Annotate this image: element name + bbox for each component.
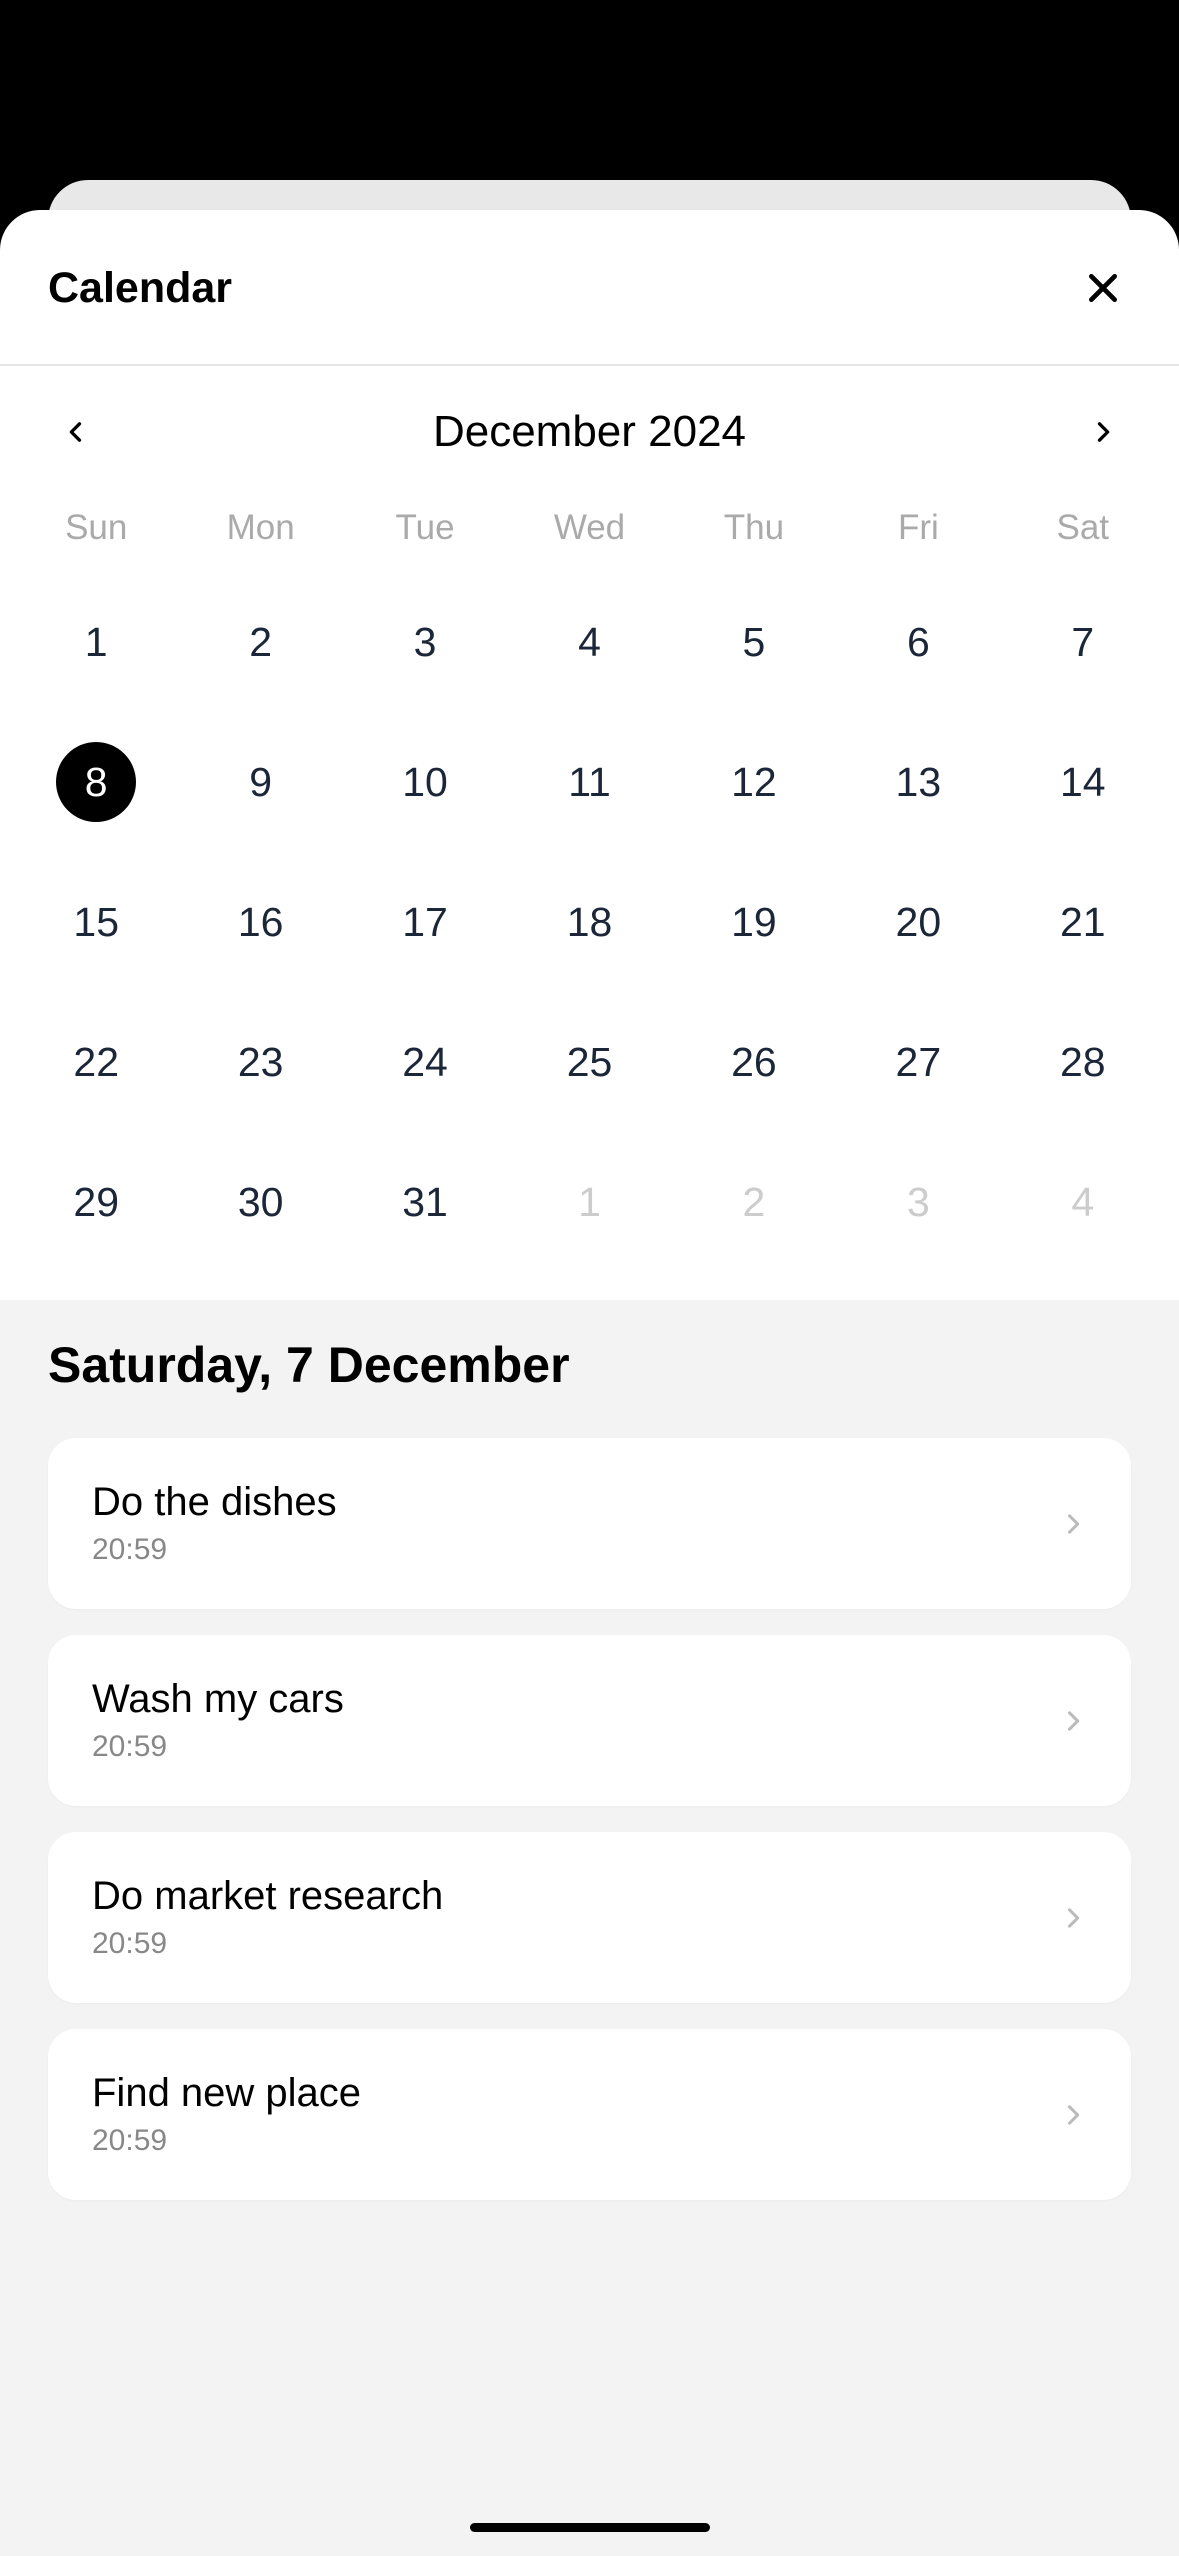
calendar-day[interactable]: 10 xyxy=(343,712,507,852)
events-section: Saturday, 7 December Do the dishes20:59W… xyxy=(0,1300,1179,2556)
event-time: 20:59 xyxy=(92,2124,361,2158)
calendar-day[interactable]: 17 xyxy=(343,852,507,992)
calendar-day[interactable]: 11 xyxy=(507,712,671,852)
calendar-day[interactable]: 28 xyxy=(1001,992,1165,1132)
calendar-day[interactable]: 16 xyxy=(178,852,342,992)
calendar-day[interactable]: 1 xyxy=(14,572,178,712)
day-grid: 1234567891011121314151617181920212223242… xyxy=(0,572,1179,1300)
month-label: December 2024 xyxy=(433,407,746,457)
event-card[interactable]: Do the dishes 20:59 xyxy=(48,1438,1131,1609)
calendar-day[interactable]: 7 xyxy=(1001,572,1165,712)
calendar-day[interactable]: 4 xyxy=(507,572,671,712)
calendar-day[interactable]: 22 xyxy=(14,992,178,1132)
calendar-day[interactable]: 24 xyxy=(343,992,507,1132)
weekday-label: Sat xyxy=(1001,508,1165,548)
event-time: 20:59 xyxy=(92,1730,344,1764)
calendar-day[interactable]: 20 xyxy=(836,852,1000,992)
events-date-title: Saturday, 7 December xyxy=(48,1336,1131,1394)
event-card[interactable]: Wash my cars 20:59 xyxy=(48,1635,1131,1806)
chevron-right-icon xyxy=(1089,418,1117,446)
event-info: Do market research 20:59 xyxy=(92,1874,443,1961)
calendar-day[interactable]: 30 xyxy=(178,1132,342,1272)
calendar-day[interactable]: 23 xyxy=(178,992,342,1132)
sheet-title: Calendar xyxy=(48,264,232,313)
weekday-label: Tue xyxy=(343,508,507,548)
weekday-label: Thu xyxy=(672,508,836,548)
calendar-day[interactable]: 9 xyxy=(178,712,342,852)
calendar-day[interactable]: 21 xyxy=(1001,852,1165,992)
event-name: Do the dishes xyxy=(92,1480,337,1525)
calendar-day[interactable]: 12 xyxy=(672,712,836,852)
event-name: Find new place xyxy=(92,2071,361,2116)
calendar-day[interactable]: 1 xyxy=(507,1132,671,1272)
close-button[interactable] xyxy=(1075,260,1131,316)
chevron-right-icon xyxy=(1059,1510,1087,1538)
event-time: 20:59 xyxy=(92,1533,337,1567)
calendar-day[interactable]: 2 xyxy=(178,572,342,712)
calendar-day[interactable]: 31 xyxy=(343,1132,507,1272)
calendar-day[interactable]: 6 xyxy=(836,572,1000,712)
calendar-day[interactable]: 4 xyxy=(1001,1132,1165,1272)
sheet-header: Calendar xyxy=(0,210,1179,364)
event-name: Do market research xyxy=(92,1874,443,1919)
calendar-day[interactable]: 25 xyxy=(507,992,671,1132)
calendar-day[interactable]: 13 xyxy=(836,712,1000,852)
event-name: Wash my cars xyxy=(92,1677,344,1722)
next-month-button[interactable] xyxy=(1075,404,1131,460)
calendar-sheet: Calendar December 2024 SunMonTueWedThuFr… xyxy=(0,210,1179,2556)
event-time: 20:59 xyxy=(92,1927,443,1961)
weekday-label: Mon xyxy=(178,508,342,548)
event-info: Find new place 20:59 xyxy=(92,2071,361,2158)
month-nav: December 2024 xyxy=(0,366,1179,480)
weekday-label: Sun xyxy=(14,508,178,548)
calendar-day[interactable]: 5 xyxy=(672,572,836,712)
calendar-day[interactable]: 8 xyxy=(14,712,178,852)
calendar-day[interactable]: 3 xyxy=(836,1132,1000,1272)
home-indicator[interactable] xyxy=(470,2523,710,2532)
calendar-day[interactable]: 14 xyxy=(1001,712,1165,852)
calendar-day[interactable]: 3 xyxy=(343,572,507,712)
chevron-right-icon xyxy=(1059,1904,1087,1932)
weekday-label: Wed xyxy=(507,508,671,548)
weekday-label: Fri xyxy=(836,508,1000,548)
calendar-day[interactable]: 26 xyxy=(672,992,836,1132)
calendar-day[interactable]: 19 xyxy=(672,852,836,992)
calendar-day[interactable]: 15 xyxy=(14,852,178,992)
chevron-right-icon xyxy=(1059,2101,1087,2129)
calendar-day[interactable]: 27 xyxy=(836,992,1000,1132)
chevron-right-icon xyxy=(1059,1707,1087,1735)
prev-month-button[interactable] xyxy=(48,404,104,460)
event-info: Wash my cars 20:59 xyxy=(92,1677,344,1764)
event-info: Do the dishes 20:59 xyxy=(92,1480,337,1567)
calendar-day[interactable]: 29 xyxy=(14,1132,178,1272)
close-icon xyxy=(1083,268,1123,308)
calendar-day[interactable]: 2 xyxy=(672,1132,836,1272)
calendar-day[interactable]: 18 xyxy=(507,852,671,992)
event-card[interactable]: Do market research 20:59 xyxy=(48,1832,1131,2003)
chevron-left-icon xyxy=(62,418,90,446)
event-card[interactable]: Find new place 20:59 xyxy=(48,2029,1131,2200)
weekday-row: SunMonTueWedThuFriSat xyxy=(0,480,1179,572)
